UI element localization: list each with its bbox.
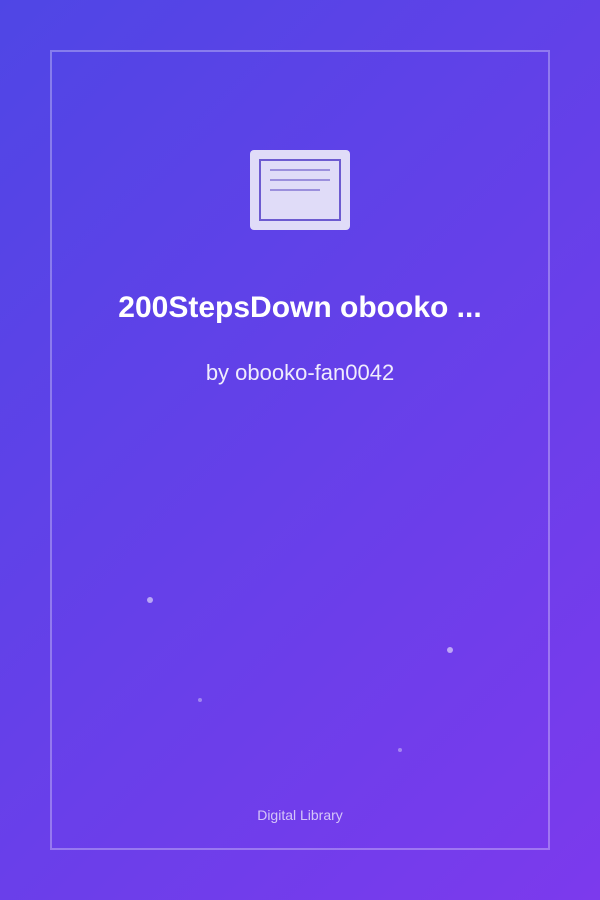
- decorative-dot: [198, 698, 202, 702]
- book-icon: [250, 150, 350, 230]
- book-title: 200StepsDown obooko ...: [118, 291, 482, 324]
- decorative-dot: [147, 597, 153, 603]
- decorative-dot: [447, 647, 453, 653]
- footer-label: Digital Library: [257, 807, 343, 823]
- book-cover: 200StepsDown obooko ... by obooko-fan004…: [0, 0, 600, 900]
- book-author: by obooko-fan0042: [205, 360, 395, 385]
- decorative-dot: [398, 748, 402, 752]
